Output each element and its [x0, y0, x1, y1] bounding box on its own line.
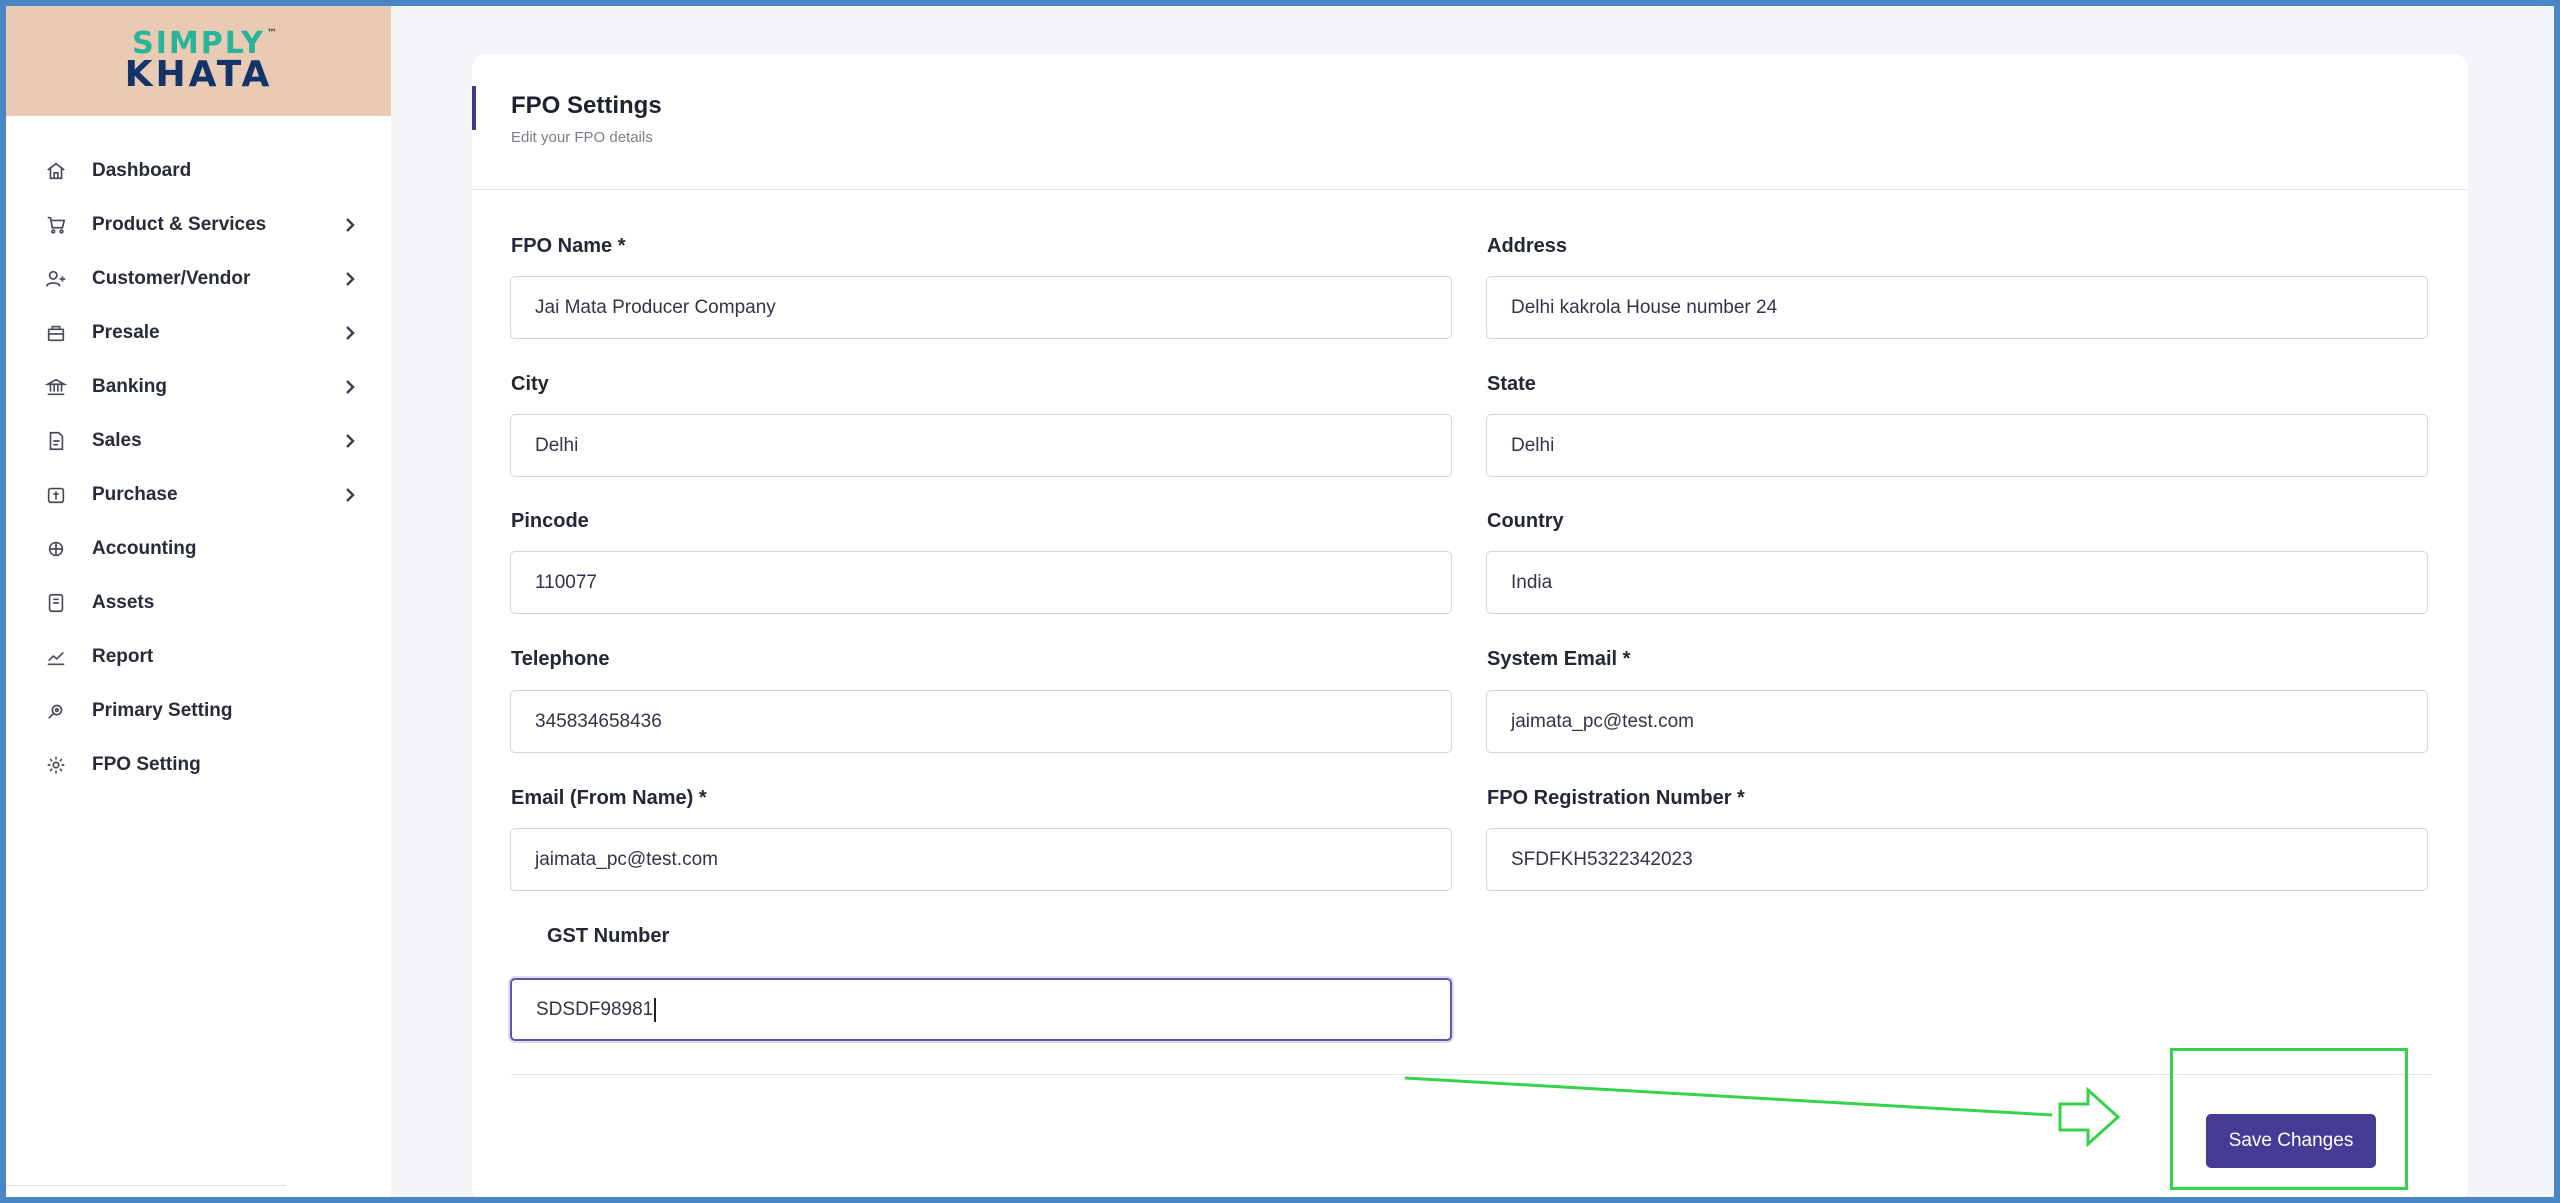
settings-hand-icon: [42, 697, 70, 725]
gear-icon: [42, 751, 70, 779]
sidebar-item-label: Primary Setting: [92, 700, 233, 721]
sales-doc-icon: [42, 427, 70, 455]
purchase-icon: [42, 481, 70, 509]
sidebar-item-label: Purchase: [92, 484, 178, 505]
sidebar-item-label: Sales: [92, 430, 142, 451]
sidebar-item-label: Accounting: [92, 538, 197, 559]
sidebar-item-label: Product & Services: [92, 214, 267, 235]
sidebar-item-label: FPO Setting: [92, 754, 201, 775]
state-input[interactable]: Delhi: [1486, 414, 2428, 477]
chevron-right-icon[interactable]: [343, 270, 357, 288]
fpo-name-label: FPO Name *: [511, 235, 626, 257]
address-label: Address: [1487, 235, 1568, 257]
settings-card: FPO Settings Edit your FPO details FPO N…: [472, 54, 2468, 1202]
sidebar-item-report[interactable]: Report: [6, 630, 391, 684]
address-input[interactable]: Delhi kakrola House number 24: [1486, 276, 2428, 339]
logo-top: SIMPLY ™: [132, 26, 279, 61]
sidebar-item-label: Assets: [92, 592, 155, 613]
form-divider: [511, 1074, 2431, 1075]
cart-icon: [42, 211, 70, 239]
chevron-right-icon[interactable]: [343, 216, 357, 234]
registration-number-input[interactable]: SFDFKH5322342023: [1486, 828, 2428, 891]
email-from-input[interactable]: jaimata_pc@test.com: [510, 828, 1452, 891]
assets-icon: [42, 589, 70, 617]
pincode-input[interactable]: 110077: [510, 551, 1452, 614]
country-input[interactable]: India: [1486, 551, 2428, 614]
chevron-right-icon[interactable]: [343, 378, 357, 396]
gst-number-input[interactable]: SDSDF98981: [510, 978, 1452, 1041]
fpo-name-input[interactable]: Jai Mata Producer Company: [510, 276, 1452, 339]
telephone-label: Telephone: [511, 648, 610, 670]
chevron-right-icon[interactable]: [343, 324, 357, 342]
sidebar-item-label: Presale: [92, 322, 160, 343]
logo-bottom: KHATA: [124, 54, 273, 95]
registration-number-label: FPO Registration Number *: [1487, 787, 1745, 809]
logo-tm: ™: [266, 28, 279, 39]
sidebar-item-banking[interactable]: Banking: [6, 360, 391, 414]
text-cursor: [654, 997, 657, 1022]
chevron-right-icon[interactable]: [343, 486, 357, 504]
gst-number-value: SDSDF98981: [536, 998, 654, 1020]
sidebar-item-customer-vendor[interactable]: Customer/Vendor: [6, 252, 391, 306]
save-changes-button[interactable]: Save Changes: [2206, 1114, 2376, 1168]
sidebar: SIMPLY ™ KHATA Dashboard Product & Servic…: [6, 6, 391, 1197]
sidebar-item-fpo-setting[interactable]: FPO Setting: [6, 738, 391, 792]
chart-icon: [42, 643, 70, 671]
sidebar-item-label: Banking: [92, 376, 167, 397]
sidebar-item-presale[interactable]: Presale: [6, 306, 391, 360]
bank-icon: [42, 373, 70, 401]
home-icon: [42, 157, 70, 185]
header-accent-bar: [472, 86, 476, 130]
card-header: FPO Settings Edit your FPO details: [472, 54, 2468, 190]
city-input[interactable]: Delhi: [510, 414, 1452, 477]
system-email-label: System Email *: [1487, 648, 1631, 670]
gst-number-label: GST Number: [547, 925, 670, 947]
pincode-label: Pincode: [511, 510, 589, 532]
email-from-label: Email (From Name) *: [511, 787, 707, 809]
chevron-right-icon[interactable]: [343, 432, 357, 450]
page-title: FPO Settings: [511, 92, 662, 119]
city-label: City: [511, 373, 549, 395]
logo[interactable]: SIMPLY ™ KHATA: [124, 26, 279, 95]
bag-icon: [42, 319, 70, 347]
sidebar-item-primary-setting[interactable]: Primary Setting: [6, 684, 391, 738]
sidebar-item-sales[interactable]: Sales: [6, 414, 391, 468]
sidebar-footer: [6, 1185, 286, 1197]
user-plus-icon: [42, 265, 70, 293]
sidebar-item-label: Report: [92, 646, 154, 667]
sidebar-item-accounting[interactable]: Accounting: [6, 522, 391, 576]
accounting-icon: [42, 535, 70, 563]
sidebar-nav: Dashboard Product & Services Customer/Ve…: [6, 144, 391, 792]
sidebar-item-purchase[interactable]: Purchase: [6, 468, 391, 522]
country-label: Country: [1487, 510, 1564, 532]
sidebar-item-label: Dashboard: [92, 160, 192, 181]
sidebar-item-assets[interactable]: Assets: [6, 576, 391, 630]
sidebar-item-label: Customer/Vendor: [92, 268, 251, 289]
telephone-input[interactable]: 345834658436: [510, 690, 1452, 753]
page-subtitle: Edit your FPO details: [511, 129, 653, 146]
sidebar-item-product-services[interactable]: Product & Services: [6, 198, 391, 252]
system-email-input[interactable]: jaimata_pc@test.com: [1486, 690, 2428, 753]
sidebar-item-dashboard[interactable]: Dashboard: [6, 144, 391, 198]
brand-header: SIMPLY ™ KHATA: [6, 6, 391, 116]
state-label: State: [1487, 373, 1536, 395]
